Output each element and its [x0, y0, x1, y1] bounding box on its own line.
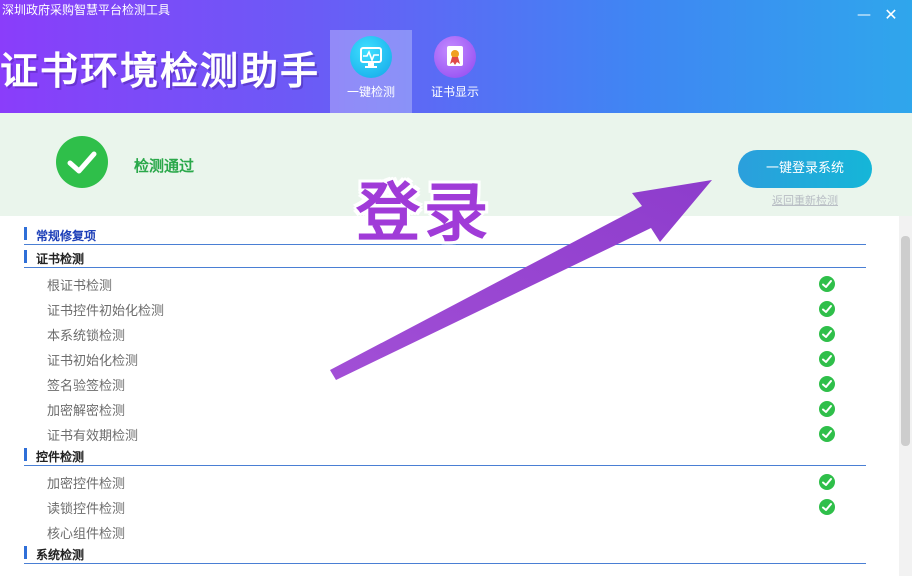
- item-label: 读锁控件检测: [47, 502, 126, 517]
- item-label: 加密控件检测: [47, 477, 126, 492]
- check-icon: [819, 376, 835, 392]
- list-item: 核心组件检测: [47, 521, 847, 543]
- check-icon: [819, 326, 835, 342]
- check-icon: [819, 474, 835, 490]
- check-icon: [819, 499, 835, 515]
- section-header-control-check: 控件检测: [24, 446, 866, 466]
- section-title: 控件检测: [36, 450, 85, 464]
- list-item: 证书有效期检测: [47, 423, 847, 445]
- tab-one-click-detect[interactable]: 一键检测: [330, 30, 412, 113]
- close-button[interactable]: ✕: [882, 6, 900, 24]
- list-item: 读锁控件检测: [47, 496, 847, 518]
- section-title: 常规修复项: [36, 229, 97, 243]
- list-item: 证书控件初始化检测: [47, 298, 847, 320]
- tab-label: 一键检测: [346, 85, 395, 99]
- redetect-link[interactable]: 返回重新检测: [738, 192, 872, 208]
- item-label: 根证书检测: [47, 279, 113, 294]
- item-label: 本系统锁检测: [47, 329, 126, 344]
- item-label: 证书控件初始化检测: [47, 304, 165, 319]
- one-click-login-button[interactable]: 一键登录系统: [738, 150, 872, 188]
- check-icon: [819, 301, 835, 317]
- list-item: 加密控件检测: [47, 471, 847, 493]
- tab-label: 证书显示: [430, 85, 479, 99]
- tab-certificate-display[interactable]: 证书显示: [414, 30, 496, 113]
- annotation-login-text: 登录: [356, 177, 492, 251]
- section-title: 证书检测: [36, 252, 85, 266]
- check-list: 常规修复项 证书检测 根证书检测 证书控件初始化检测 本系统锁检测 证书初始化检…: [0, 216, 898, 576]
- section-header-system-check: 系统检测: [24, 544, 866, 564]
- monitor-icon: [350, 36, 392, 78]
- app-brand-title: 证书环境检测助手: [0, 49, 321, 93]
- item-label: 签名验签检测: [47, 379, 126, 394]
- scrollbar-thumb[interactable]: [901, 236, 910, 446]
- check-icon: [819, 276, 835, 292]
- app-window: 深圳政府采购智慧平台检测工具 — ✕ 证书环境检测助手 一键检测 证书显示 检测…: [0, 0, 912, 576]
- header: 深圳政府采购智慧平台检测工具 — ✕ 证书环境检测助手 一键检测 证书显示: [0, 0, 912, 113]
- scrollbar[interactable]: [899, 216, 912, 576]
- status-text: 检测通过: [134, 157, 195, 175]
- check-icon: [819, 426, 835, 442]
- success-check-icon: [56, 136, 108, 188]
- certificate-icon: [434, 36, 476, 78]
- item-label: 核心组件检测: [47, 527, 126, 542]
- list-item: 证书初始化检测: [47, 348, 847, 370]
- item-label: 证书初始化检测: [47, 354, 139, 369]
- item-label: 证书有效期检测: [47, 429, 139, 444]
- item-label: 加密解密检测: [47, 404, 126, 419]
- check-icon: [819, 351, 835, 367]
- check-icon: [819, 401, 835, 417]
- window-title: 深圳政府采购智慧平台检测工具: [2, 3, 171, 17]
- list-item: 加密解密检测: [47, 398, 847, 420]
- section-title: 系统检测: [36, 548, 85, 562]
- minimize-button[interactable]: —: [855, 6, 873, 24]
- list-item: 签名验签检测: [47, 373, 847, 395]
- list-item: 本系统锁检测: [47, 323, 847, 345]
- list-item: 根证书检测: [47, 273, 847, 295]
